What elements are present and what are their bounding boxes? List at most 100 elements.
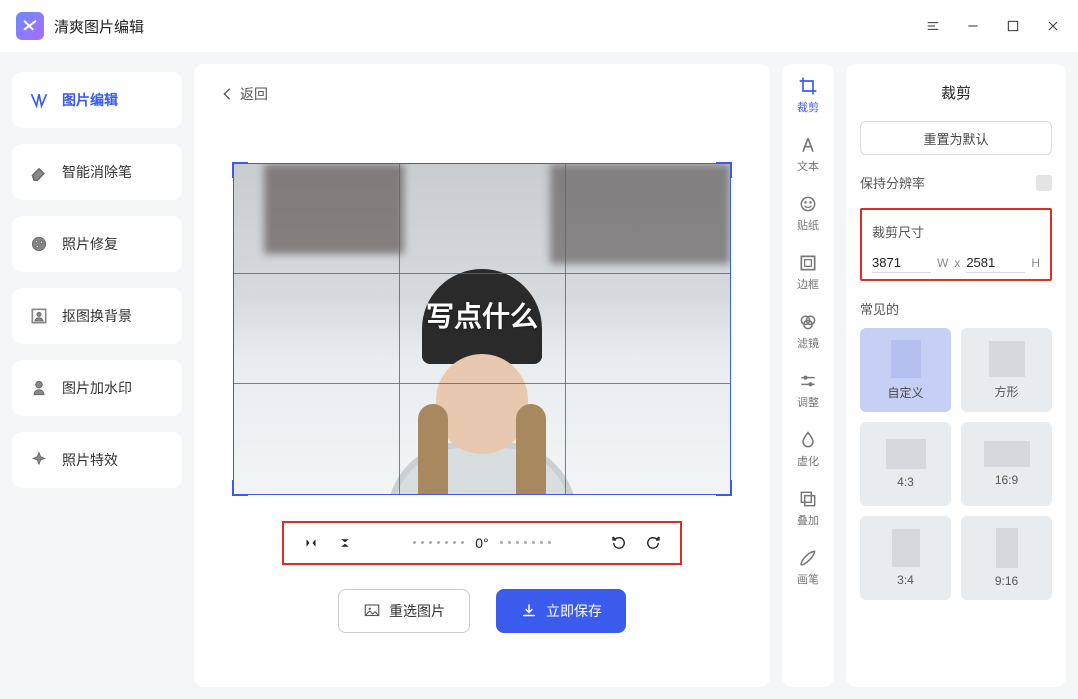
save-label: 立即保存 xyxy=(546,601,602,621)
chevron-left-icon xyxy=(222,87,232,101)
reselect-label: 重选图片 xyxy=(389,601,445,621)
aspect-custom[interactable]: 自定义 xyxy=(860,328,951,412)
rail-item-crop[interactable]: 裁剪 xyxy=(797,76,819,115)
rail-label: 虚化 xyxy=(797,453,819,469)
aspect-9-16[interactable]: 9:16 xyxy=(961,516,1052,600)
rail-item-blur[interactable]: 虚化 xyxy=(797,430,819,469)
crop-handle-bl[interactable] xyxy=(232,480,248,496)
back-label: 返回 xyxy=(240,84,268,104)
overlay-text[interactable]: 写点什么 xyxy=(426,295,538,335)
rail-label: 画笔 xyxy=(797,571,819,587)
rail-item-overlay[interactable]: 叠加 xyxy=(797,489,819,528)
canvas-panel: 返回 写点什么 xyxy=(194,64,770,687)
aspect-preview-icon xyxy=(989,341,1025,377)
flip-horizontal-icon[interactable] xyxy=(302,534,320,552)
filter-icon xyxy=(798,312,818,332)
flip-vertical-icon[interactable] xyxy=(336,534,354,552)
rail-label: 调整 xyxy=(797,394,819,410)
cutout-icon xyxy=(28,305,50,327)
grid-line xyxy=(234,383,730,384)
aspect-label: 4:3 xyxy=(897,475,914,489)
aspect-4-3[interactable]: 4:3 xyxy=(860,422,951,506)
rail-label: 边框 xyxy=(797,276,819,292)
sticker-icon xyxy=(798,194,818,214)
aspect-label: 自定义 xyxy=(887,384,923,401)
edit-icon xyxy=(28,89,50,111)
aspect-16-9[interactable]: 16:9 xyxy=(961,422,1052,506)
keep-resolution-checkbox[interactable] xyxy=(1036,175,1052,191)
sidebar-item-label: 智能消除笔 xyxy=(62,162,132,182)
aspect-label: 9:16 xyxy=(995,574,1018,588)
app-title: 清爽图片编辑 xyxy=(54,16,144,37)
crop-handle-br[interactable] xyxy=(716,480,732,496)
angle-value: 0° xyxy=(469,535,494,551)
close-button[interactable] xyxy=(1044,17,1062,35)
sparkle-icon xyxy=(28,449,50,471)
rotate-right-icon[interactable] xyxy=(644,534,662,552)
aspect-label: 方形 xyxy=(994,383,1018,400)
rail-item-border[interactable]: 边框 xyxy=(797,253,819,292)
sidebar-item-label: 抠图换背景 xyxy=(62,306,132,326)
sidebar-item-label: 图片编辑 xyxy=(62,90,118,110)
panel-title: 裁剪 xyxy=(860,82,1052,103)
rail-item-sticker[interactable]: 贴纸 xyxy=(797,194,819,233)
minimize-button[interactable] xyxy=(964,17,982,35)
reselect-button[interactable]: 重选图片 xyxy=(338,589,470,633)
rotate-toolbar: 0° xyxy=(282,521,682,565)
common-aspects-label: 常见的 xyxy=(860,299,1052,318)
rail-item-filter[interactable]: 滤镜 xyxy=(797,312,819,351)
save-button[interactable]: 立即保存 xyxy=(496,589,626,633)
image-icon xyxy=(363,602,381,620)
watermark-icon xyxy=(28,377,50,399)
blur-icon xyxy=(798,430,818,450)
palette-icon xyxy=(28,233,50,255)
overlay-icon xyxy=(798,489,818,509)
width-suffix: W xyxy=(937,256,948,270)
reset-button[interactable]: 重置为默认 xyxy=(860,121,1052,155)
rotate-slider[interactable]: 0° xyxy=(370,535,594,551)
sidebar-item-effects[interactable]: 照片特效 xyxy=(12,432,182,488)
sidebar: 图片编辑 智能消除笔 照片修复 抠图换背景 图片加水印 照片特效 xyxy=(12,64,182,687)
adjust-icon xyxy=(798,371,818,391)
sidebar-item-edit[interactable]: 图片编辑 xyxy=(12,72,182,128)
sidebar-item-restore[interactable]: 照片修复 xyxy=(12,216,182,272)
crop-settings-panel: 裁剪 重置为默认 保持分辨率 裁剪尺寸 W x H 常见的 自定义 方形 xyxy=(846,64,1066,687)
keep-resolution-label: 保持分辨率 xyxy=(860,173,925,192)
menu-button[interactable] xyxy=(924,17,942,35)
aspect-preview-icon xyxy=(996,528,1018,568)
grid-line xyxy=(234,273,730,274)
rail-item-text[interactable]: 文本 xyxy=(797,135,819,174)
back-button[interactable]: 返回 xyxy=(222,84,742,104)
sidebar-item-watermark[interactable]: 图片加水印 xyxy=(12,360,182,416)
crop-handle-tl[interactable] xyxy=(232,162,248,178)
rail-label: 裁剪 xyxy=(797,99,819,115)
sidebar-item-label: 照片特效 xyxy=(62,450,118,470)
eraser-icon xyxy=(28,161,50,183)
maximize-button[interactable] xyxy=(1004,17,1022,35)
sidebar-item-cutout[interactable]: 抠图换背景 xyxy=(12,288,182,344)
sidebar-item-eraser[interactable]: 智能消除笔 xyxy=(12,144,182,200)
height-suffix: H xyxy=(1031,256,1040,270)
aspect-square[interactable]: 方形 xyxy=(961,328,1052,412)
border-icon xyxy=(798,253,818,273)
height-input[interactable] xyxy=(966,253,1025,273)
sidebar-item-label: 照片修复 xyxy=(62,234,118,254)
rail-item-adjust[interactable]: 调整 xyxy=(797,371,819,410)
rotate-left-icon[interactable] xyxy=(610,534,628,552)
aspect-preview-icon xyxy=(984,441,1030,467)
aspect-3-4[interactable]: 3:4 xyxy=(860,516,951,600)
width-input[interactable] xyxy=(872,253,931,273)
aspect-preview-icon xyxy=(891,340,921,378)
text-icon xyxy=(798,135,818,155)
download-icon xyxy=(520,602,538,620)
rail-item-brush[interactable]: 画笔 xyxy=(797,548,819,587)
grid-line xyxy=(565,164,566,494)
crop-handle-tr[interactable] xyxy=(716,162,732,178)
rail-label: 叠加 xyxy=(797,512,819,528)
app-logo-icon xyxy=(16,12,44,40)
aspect-label: 3:4 xyxy=(897,573,914,587)
aspect-preview-icon xyxy=(886,439,926,469)
tools-rail: 裁剪 文本 贴纸 边框 滤镜 调整 虚化 叠加 xyxy=(782,64,834,687)
crop-frame[interactable]: 写点什么 xyxy=(233,163,731,495)
rail-label: 滤镜 xyxy=(797,335,819,351)
